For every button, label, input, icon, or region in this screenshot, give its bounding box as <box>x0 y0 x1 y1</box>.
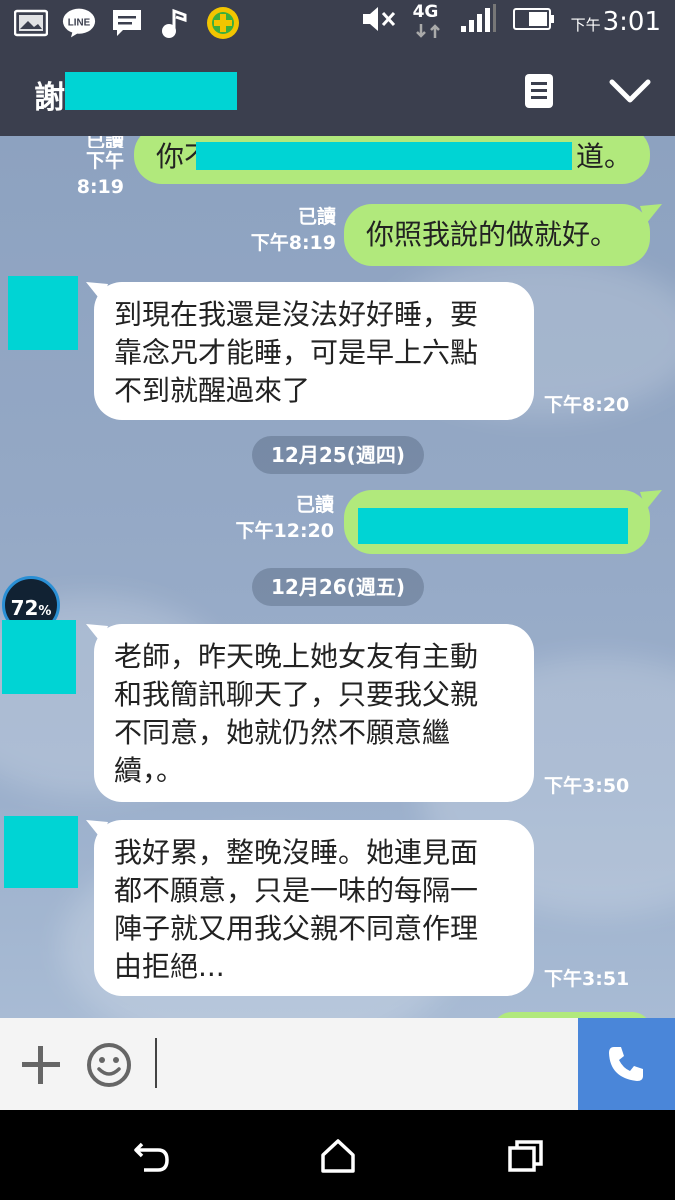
message-time: 下午8:20 <box>544 394 630 416</box>
avatar[interactable] <box>8 276 78 350</box>
message-meta: 已讀 下午8:19 <box>40 136 124 200</box>
message-time: 下午3:50 <box>544 775 630 797</box>
plus-icon[interactable] <box>20 1044 62 1086</box>
read-receipt: 已讀 <box>295 494 334 516</box>
message-input[interactable] <box>155 1038 157 1088</box>
message-bubble-incoming[interactable]: 到現在我還是沒法好好睡，要 靠念咒才能睡，可是早上六點 不到就醒過來了 <box>94 282 534 420</box>
message-line: 不到就醒過來了 <box>114 374 311 407</box>
message-text: 你照我說的做就好。 <box>366 218 619 251</box>
avatar[interactable] <box>2 620 76 694</box>
date-separator: 12月25(週四) <box>252 436 424 474</box>
line-app-icon: LINE <box>62 6 96 40</box>
phone-icon <box>609 1047 643 1081</box>
input-bar <box>0 1018 675 1110</box>
message-line: 陣子就又用我父親不同意作理 <box>114 912 479 945</box>
badge-value: 72 <box>10 596 39 620</box>
message-line: 續，。 <box>114 754 185 787</box>
message-line: 老師，昨天晚上她女友有主動 <box>114 640 479 673</box>
message-text: 道。 <box>576 140 633 173</box>
message-meta: 已讀 下午8:19 <box>248 204 336 256</box>
chat-header: 謝 <box>0 46 675 136</box>
redaction-block <box>358 508 628 544</box>
badge-unit: % <box>38 604 52 619</box>
back-icon[interactable] <box>132 1138 172 1174</box>
read-receipt: 已讀 <box>297 206 336 228</box>
message-time: 下午8:19 <box>76 150 124 198</box>
network-4g-icon: 4G <box>412 2 443 40</box>
message-line: 和我簡訊聊天了，只要我父親 <box>114 678 479 711</box>
message-time: 下午12:20 <box>235 520 334 542</box>
message-bubble-incoming[interactable]: 我好累，整晚沒睡。她連見面 都不願意，只是一味的每隔一 陣子就又用我父親不同意作… <box>94 820 534 996</box>
message-line: 不同意，她就仍然不願意繼 <box>114 716 451 749</box>
message-line: 由拒絕... <box>114 950 225 983</box>
time-value: 3:01 <box>602 7 661 37</box>
network-label: 4G <box>412 2 439 22</box>
message-meta: 已讀 下午12:20 <box>234 492 334 544</box>
home-icon[interactable] <box>318 1138 358 1174</box>
contact-name-redaction <box>65 72 237 110</box>
call-button[interactable] <box>578 1018 675 1110</box>
message-bubble-incoming[interactable]: 老師，昨天晚上她女友有主動 和我簡訊聊天了，只要我父親 不同意，她就仍然不願意繼… <box>94 624 534 802</box>
status-bar: LINE 4G 下午3:01 <box>0 0 675 46</box>
message-line: 都不願意，只是一味的每隔一 <box>114 874 479 907</box>
redaction-block <box>196 142 572 170</box>
plus-app-icon <box>206 6 240 40</box>
chat-area[interactable]: 已讀 下午8:19 你不 道。 已讀 下午8:19 你照我說的做就好。 到現在我… <box>0 136 675 1018</box>
message-line: 靠念咒才能睡，可是早上六點 <box>114 336 479 369</box>
chevron-down-icon[interactable] <box>608 76 652 106</box>
music-icon <box>158 6 192 40</box>
note-icon[interactable] <box>524 73 554 109</box>
clock: 下午3:01 <box>571 7 661 37</box>
date-separator: 12月26(週五) <box>252 568 424 606</box>
battery-icon <box>512 7 555 37</box>
avatar[interactable] <box>4 816 78 888</box>
message-bubble-outgoing[interactable]: 你照我說的做就好。 <box>344 204 650 266</box>
recents-icon[interactable] <box>506 1138 546 1174</box>
signal-icon <box>459 4 497 40</box>
message-time: 下午8:19 <box>250 232 336 254</box>
smile-icon[interactable] <box>86 1042 132 1088</box>
message-icon <box>110 6 144 40</box>
contact-name[interactable]: 謝 <box>34 72 65 117</box>
bubble-tail <box>640 490 662 510</box>
gallery-icon <box>14 6 48 40</box>
read-receipt: 已讀 <box>85 136 124 148</box>
message-line: 到現在我還是沒法好好睡，要 <box>114 298 479 331</box>
message-line: 我好累，整晚沒睡。她連見面 <box>114 836 479 869</box>
bubble-tail <box>640 204 662 224</box>
navigation-bar <box>0 1110 675 1200</box>
message-time: 下午3:51 <box>544 968 630 990</box>
mute-icon <box>361 4 397 40</box>
line-label: LINE <box>68 18 91 29</box>
time-prefix: 下午 <box>570 16 601 34</box>
